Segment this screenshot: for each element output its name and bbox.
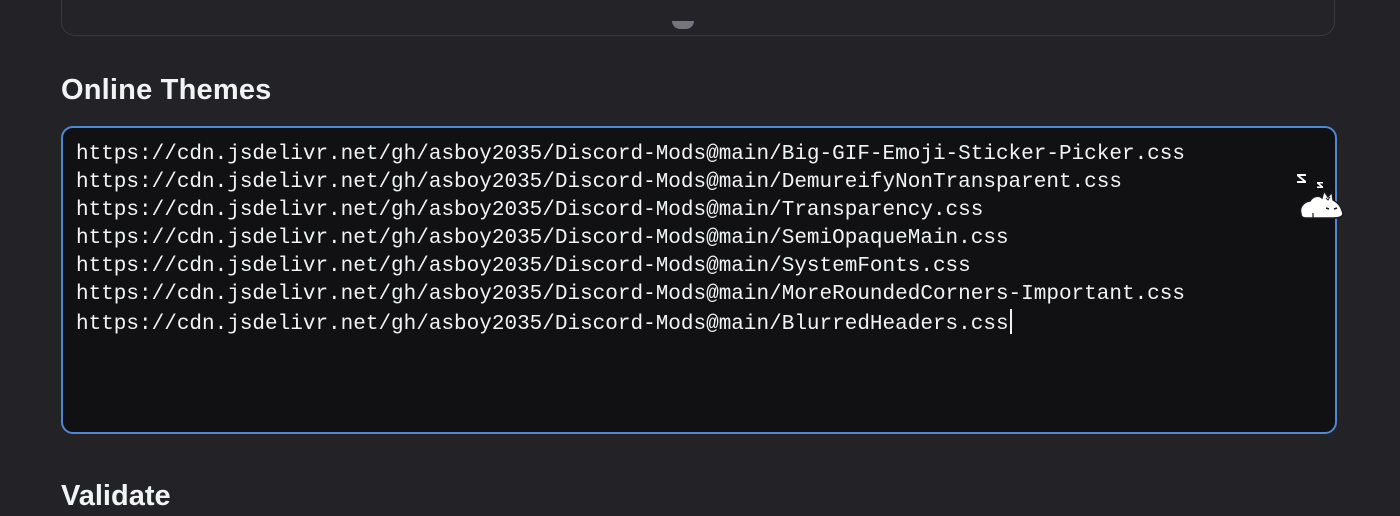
theme-links-text[interactable]: https://cdn.jsdelivr.net/gh/asboy2035/Di… <box>76 141 1275 339</box>
online-themes-textarea[interactable]: https://cdn.jsdelivr.net/gh/asboy2035/Di… <box>61 126 1337 434</box>
theme-link-line: https://cdn.jsdelivr.net/gh/asboy2035/Di… <box>76 227 1009 250</box>
validate-heading: Validate <box>61 480 171 512</box>
theme-link-line: https://cdn.jsdelivr.net/gh/asboy2035/Di… <box>76 255 971 278</box>
sleeping-cat-icon <box>1297 174 1344 219</box>
theme-link-line: https://cdn.jsdelivr.net/gh/asboy2035/Di… <box>76 283 1185 306</box>
previous-section-card <box>61 0 1335 36</box>
theme-link-line: https://cdn.jsdelivr.net/gh/asboy2035/Di… <box>76 171 1122 194</box>
theme-link-line: https://cdn.jsdelivr.net/gh/asboy2035/Di… <box>76 313 1009 336</box>
text-caret <box>1009 309 1012 334</box>
card-content-fragment <box>672 21 694 29</box>
theme-link-line: https://cdn.jsdelivr.net/gh/asboy2035/Di… <box>76 143 1185 166</box>
online-themes-heading: Online Themes <box>61 74 272 106</box>
theme-link-line: https://cdn.jsdelivr.net/gh/asboy2035/Di… <box>76 199 984 222</box>
